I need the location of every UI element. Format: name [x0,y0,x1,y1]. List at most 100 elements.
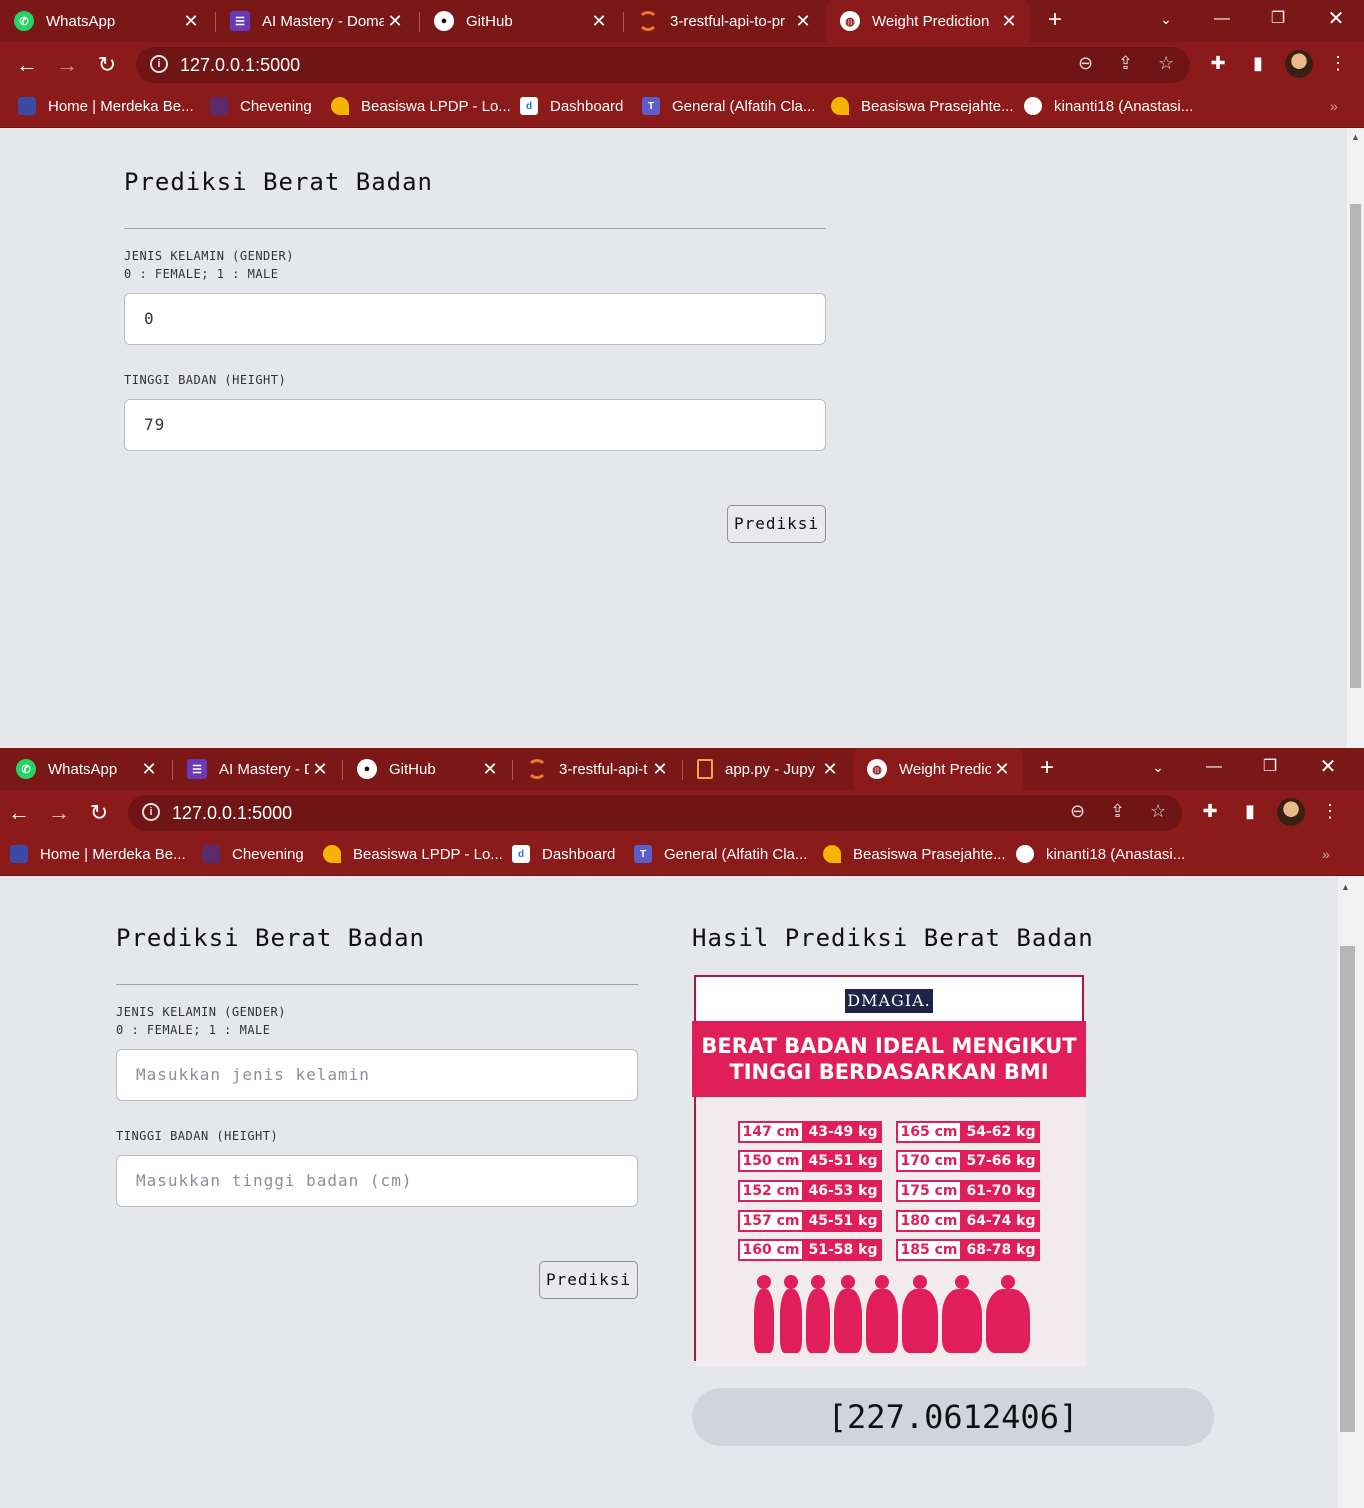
form-icon: ☰ [230,11,250,31]
bookmark-prasejahtera[interactable]: Beasiswa Prasejahte... [831,97,1014,115]
tab-search-icon[interactable]: ⌄ [1146,0,1186,40]
bookmark-teams[interactable]: T General (Alfatih Cla... [642,97,815,115]
bookmark-lpdp[interactable]: Beasiswa LPDP - Lo... [331,97,511,115]
scrollbar[interactable]: ▲ [1347,128,1364,748]
bookmark-github[interactable]: kinanti18 (Anastasi... [1024,97,1193,115]
tab-ai-mastery[interactable]: ☰ AI Mastery - Doma ✕ [216,0,416,42]
site-info-icon[interactable]: i [150,55,168,73]
bookmark-star-icon[interactable]: ☆ [1150,801,1166,822]
tab-github[interactable]: ● GitHub ✕ [343,748,511,790]
close-icon[interactable]: ✕ [309,759,331,780]
bookmark-label: Dashboard [542,845,616,863]
divider [124,228,826,229]
new-tab-button[interactable]: + [1040,748,1054,790]
zoom-icon[interactable]: ⊖ [1070,801,1085,822]
tab-jupyter[interactable]: 3-restful-api-to-pr ✕ [624,0,824,42]
close-icon[interactable]: ✕ [998,11,1020,32]
globe-icon: ◍ [867,759,887,779]
share-icon[interactable]: ⇪ [1110,801,1125,822]
close-window-button[interactable]: ✕ [1308,748,1348,788]
minimize-button[interactable]: — [1194,748,1234,788]
tab-app-py[interactable]: app.py - Jupy ✕ [683,748,851,790]
tab-ai-mastery[interactable]: ☰ AI Mastery - D ✕ [173,748,341,790]
close-icon[interactable]: ✕ [479,759,501,780]
tab-github[interactable]: ● GitHub ✕ [420,0,620,42]
share-icon[interactable]: ⇪ [1118,53,1133,74]
address-bar[interactable]: i 127.0.0.1:5000 ⊖ ⇪ ☆ [136,47,1190,83]
more-bookmarks-icon[interactable]: » [1330,98,1338,114]
forward-icon[interactable]: → [53,52,81,78]
tab-strip: ✆ WhatsApp ✕ ☰ AI Mastery - D ✕ ● GitHub… [0,748,1364,790]
extensions-icon[interactable]: ✚ [1198,801,1222,822]
site-info-icon[interactable]: i [142,803,160,821]
browser-window-1: ✆ WhatsApp ✕ ☰ AI Mastery - Doma ✕ ● Git… [0,0,1364,748]
bookmark-label: Beasiswa Prasejahte... [861,97,1014,115]
tab-title: 3-restful-api-t [559,760,648,778]
gender-input[interactable]: 0 [124,293,826,345]
tab-weight-prediction[interactable]: ◍ Weight Prediction ✕ [826,0,1030,42]
lpdp-icon [323,845,341,863]
browser-window-2: ✆ WhatsApp ✕ ☰ AI Mastery - D ✕ ● GitHub… [0,748,1364,1508]
restore-button[interactable]: ❐ [1250,748,1290,788]
reload-icon[interactable]: ↻ [93,52,121,78]
height-input[interactable]: Masukkan tinggi badan (cm) [116,1155,638,1207]
bookmark-github[interactable]: kinanti18 (Anastasi... [1016,845,1185,863]
close-icon[interactable]: ✕ [819,759,841,780]
close-icon[interactable]: ✕ [180,11,202,32]
height-label: TINGGI BADAN (HEIGHT) [124,373,287,387]
bookmark-prasejahtera[interactable]: Beasiswa Prasejahte... [823,845,1006,863]
tab-weight-prediction[interactable]: ◍ Weight Predic ✕ [853,748,1023,790]
scroll-thumb[interactable] [1340,946,1355,1432]
tab-whatsapp[interactable]: ✆ WhatsApp ✕ [0,0,212,42]
forward-icon[interactable]: → [45,800,73,826]
more-bookmarks-icon[interactable]: » [1322,846,1330,862]
scrollbar[interactable]: ▲ [1338,876,1364,1508]
bookmark-chevening[interactable]: Chevening [202,845,304,863]
close-icon[interactable]: ✕ [991,759,1013,780]
zoom-icon[interactable]: ⊖ [1078,53,1093,74]
page-title: Prediksi Berat Badan [116,924,425,952]
close-icon[interactable]: ✕ [588,11,610,32]
bookmark-teams[interactable]: T General (Alfatih Cla... [634,845,807,863]
restore-button[interactable]: ❐ [1258,0,1298,40]
bookmark-dashboard[interactable]: d Dashboard [520,97,623,115]
back-icon[interactable]: ← [13,52,41,78]
minimize-button[interactable]: — [1202,0,1242,40]
scroll-thumb[interactable] [1350,204,1361,688]
tab-whatsapp[interactable]: ✆ WhatsApp ✕ [0,748,170,790]
new-tab-button[interactable]: + [1048,0,1062,42]
bookmark-merdeka[interactable]: Home | Merdeka Be... [18,97,194,115]
menu-icon[interactable]: ⋮ [1318,801,1342,822]
bookmark-chevening[interactable]: Chevening [210,97,312,115]
side-panel-icon[interactable]: ▮ [1238,801,1262,822]
menu-icon[interactable]: ⋮ [1326,53,1350,74]
close-icon[interactable]: ✕ [384,11,406,32]
scroll-up-icon[interactable]: ▲ [1347,132,1364,142]
height-input[interactable]: 79 [124,399,826,451]
bookmark-star-icon[interactable]: ☆ [1158,53,1174,74]
scroll-up-icon[interactable]: ▲ [1338,882,1364,892]
avatar[interactable] [1277,798,1305,826]
address-bar[interactable]: i 127.0.0.1:5000 ⊖ ⇪ ☆ [128,795,1182,831]
avatar[interactable] [1285,50,1313,78]
reload-icon[interactable]: ↻ [85,800,113,826]
side-panel-icon[interactable]: ▮ [1246,53,1270,74]
gender-input[interactable]: Masukkan jenis kelamin [116,1049,638,1101]
height-cell: 150 cm [738,1150,804,1172]
close-window-button[interactable]: ✕ [1316,0,1356,40]
back-icon[interactable]: ← [5,800,33,826]
close-icon[interactable]: ✕ [649,759,671,780]
predict-button[interactable]: Prediksi [727,505,826,543]
weight-cell: 54-62 kg [962,1121,1040,1143]
extensions-icon[interactable]: ✚ [1206,53,1230,74]
tab-strip: ✆ WhatsApp ✕ ☰ AI Mastery - Doma ✕ ● Git… [0,0,1364,42]
bookmark-merdeka[interactable]: Home | Merdeka Be... [10,845,186,863]
close-icon[interactable]: ✕ [138,759,160,780]
tab-search-icon[interactable]: ⌄ [1138,748,1178,788]
tab-jupyter[interactable]: 3-restful-api-t ✕ [513,748,681,790]
close-icon[interactable]: ✕ [792,11,814,32]
bookmark-lpdp[interactable]: Beasiswa LPDP - Lo... [323,845,503,863]
height-cell: 180 cm [896,1210,962,1232]
bookmark-dashboard[interactable]: d Dashboard [512,845,615,863]
predict-button[interactable]: Prediksi [539,1261,638,1299]
